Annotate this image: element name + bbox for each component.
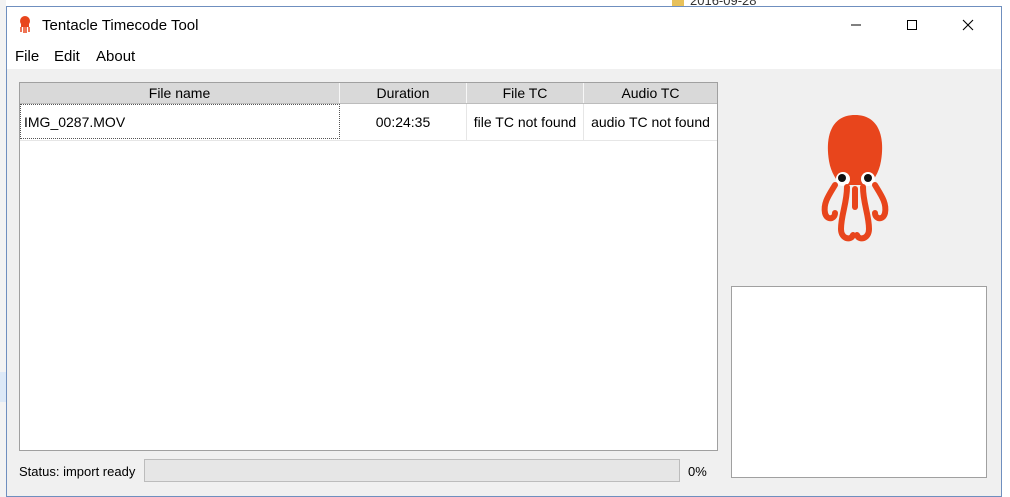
title-bar[interactable]: Tentacle Timecode Tool bbox=[7, 7, 1001, 43]
window-title: Tentacle Timecode Tool bbox=[42, 17, 199, 34]
close-button[interactable] bbox=[945, 7, 991, 43]
maximize-icon bbox=[907, 20, 917, 30]
octopus-logo-icon bbox=[821, 115, 889, 242]
maximize-button[interactable] bbox=[889, 7, 935, 43]
column-header-file-tc[interactable]: File TC bbox=[467, 83, 584, 103]
folder-icon bbox=[672, 0, 684, 6]
column-header-duration[interactable]: Duration bbox=[340, 83, 467, 103]
close-icon bbox=[962, 19, 974, 31]
menu-bar: File Edit About bbox=[7, 43, 1001, 69]
progress-percent: 0% bbox=[688, 464, 707, 479]
status-label: Status: import ready bbox=[19, 464, 136, 479]
preview-panel bbox=[731, 286, 987, 478]
app-octopus-icon bbox=[20, 16, 30, 33]
progress-bar bbox=[144, 459, 680, 482]
cell-duration[interactable]: 00:24:35 bbox=[340, 104, 467, 140]
menu-edit[interactable]: Edit bbox=[54, 48, 80, 65]
minimize-button[interactable] bbox=[833, 7, 879, 43]
app-window: Tentacle Timecode Tool File Edit About F… bbox=[6, 6, 1002, 497]
menu-about[interactable]: About bbox=[96, 48, 135, 65]
cell-file-tc[interactable]: file TC not found bbox=[467, 104, 584, 140]
files-table[interactable]: File name Duration File TC Audio TC IMG_… bbox=[19, 82, 718, 451]
column-header-file-name[interactable]: File name bbox=[20, 83, 340, 103]
column-header-audio-tc[interactable]: Audio TC bbox=[584, 83, 717, 103]
menu-file[interactable]: File bbox=[15, 48, 39, 65]
minimize-icon bbox=[851, 24, 861, 26]
table-header: File name Duration File TC Audio TC bbox=[20, 83, 717, 104]
cell-file-name[interactable]: IMG_0287.MOV bbox=[20, 104, 340, 139]
cell-audio-tc[interactable]: audio TC not found bbox=[584, 104, 717, 140]
table-row[interactable]: IMG_0287.MOV 00:24:35 file TC not found … bbox=[20, 104, 717, 141]
